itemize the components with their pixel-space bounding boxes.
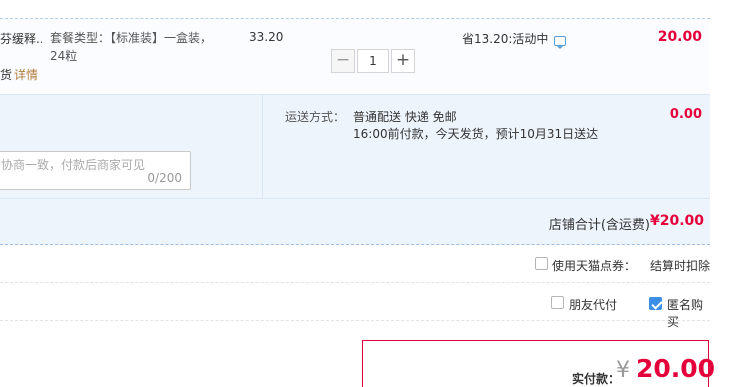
order-item-row: 芬缓释... 货详情 套餐类型：【标准装】一盒装，24粒 33.20 − 1 +… (0, 18, 710, 94)
store-total-label: 店铺合计(含运费) (548, 218, 650, 233)
friend-pay-checkbox[interactable] (551, 296, 564, 309)
buyer-message-input[interactable]: 协商一致，付款后商家可见 0/200 (0, 151, 191, 190)
product-title[interactable]: 芬缓释... (0, 30, 42, 48)
sku-info: 套餐类型：【标准装】一盒装，24粒 (50, 31, 213, 63)
payment-options-row: 朋友代付 匿名购买 (0, 283, 710, 329)
friend-pay-label[interactable]: 朋友代付 (569, 296, 617, 313)
promotion-text: 省13.20:活动中 (462, 32, 549, 46)
quantity-input[interactable]: 1 (357, 49, 389, 73)
coupon-row: 使用天猫点券： 结算时扣除 (0, 245, 710, 283)
payment-amount: 20.00 (636, 354, 716, 383)
promotion-info: 省13.20:活动中 (462, 30, 567, 49)
comment-icon[interactable] (554, 35, 567, 49)
coupon-checkbox[interactable] (535, 257, 548, 270)
shipping-method-options[interactable]: 普通配送 快递 免邮 (353, 108, 457, 125)
quantity-stepper: − 1 + (331, 49, 415, 73)
currency-symbol: ¥ (616, 358, 630, 383)
store-total-bar: 店铺合计(含运费) ¥20.00 (0, 198, 710, 245)
detail-link[interactable]: 详情 (14, 68, 38, 82)
decrease-quantity-button[interactable]: − (331, 49, 355, 73)
buyer-message-counter: 0/200 (147, 171, 182, 185)
anonymous-purchase-checkbox[interactable] (649, 297, 662, 310)
product-subline-text: 货 (0, 68, 13, 82)
product-subline: 货详情 (0, 66, 38, 83)
coupon-note: 结算时扣除 (649, 259, 710, 273)
increase-quantity-button[interactable]: + (391, 49, 415, 73)
payment-summary-box: 实付款： ¥ 20.00 (362, 340, 715, 387)
payment-label: 实付款： (572, 372, 621, 386)
store-total-value: ¥20.00 (649, 213, 704, 229)
buyer-message-placeholder: 协商一致，付款后商家可见 (1, 158, 146, 172)
shipping-fee: 0.00 (669, 107, 702, 122)
coupon-label[interactable]: 使用天猫点券： (552, 257, 636, 274)
shipping-method-label: 运送方式： (285, 110, 346, 124)
unit-price: 33.20 (249, 30, 284, 44)
item-subtotal: 20.00 (657, 29, 702, 45)
buyer-message-area: 协商一致，付款后商家可见 0/200 (0, 95, 263, 199)
shipping-message-section: 协商一致，付款后商家可见 0/200 运送方式： 普通配送 快递 免邮 16:0… (0, 94, 710, 199)
shipping-eta: 16:00前付款，今天发货，预计10月31日送达 (353, 127, 599, 141)
anonymous-purchase-label[interactable]: 匿名购买 (667, 296, 710, 330)
